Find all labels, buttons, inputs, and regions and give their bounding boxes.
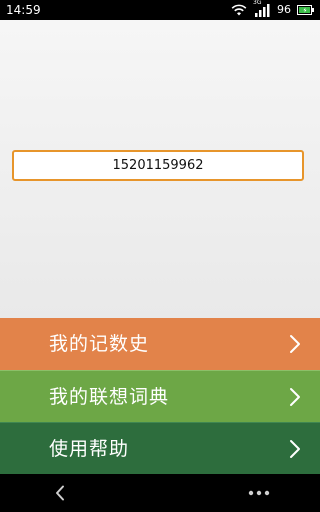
battery-level: 96	[277, 3, 291, 16]
menu-item-label: 使用帮助	[49, 438, 130, 460]
menu-item-help[interactable]: 使用帮助	[0, 422, 320, 474]
app-screen: 14:59 3G 96 15201159962 我的记数史 我的联想词典 使用帮…	[0, 0, 320, 512]
status-bar: 14:59 3G 96	[0, 0, 320, 20]
back-icon[interactable]	[54, 485, 66, 501]
signal-indicator: 3G	[253, 0, 271, 17]
navigation-bar	[0, 474, 320, 512]
menu-item-label: 我的记数史	[49, 333, 150, 355]
menu-item-dictionary[interactable]: 我的联想词典	[0, 370, 320, 422]
phone-number-input[interactable]	[12, 150, 304, 181]
main-content	[0, 20, 320, 318]
chevron-right-icon	[288, 334, 302, 354]
status-indicators: 3G 96	[231, 0, 314, 18]
battery-icon	[297, 5, 314, 15]
wifi-icon	[231, 4, 247, 16]
menu-item-label: 我的联想词典	[49, 386, 170, 408]
chevron-right-icon	[288, 439, 302, 459]
menu-item-history[interactable]: 我的记数史	[0, 318, 320, 370]
signal-label: 3G	[253, 0, 262, 6]
chevron-right-icon	[288, 387, 302, 407]
status-time: 14:59	[6, 3, 41, 17]
more-icon[interactable]	[248, 490, 270, 496]
